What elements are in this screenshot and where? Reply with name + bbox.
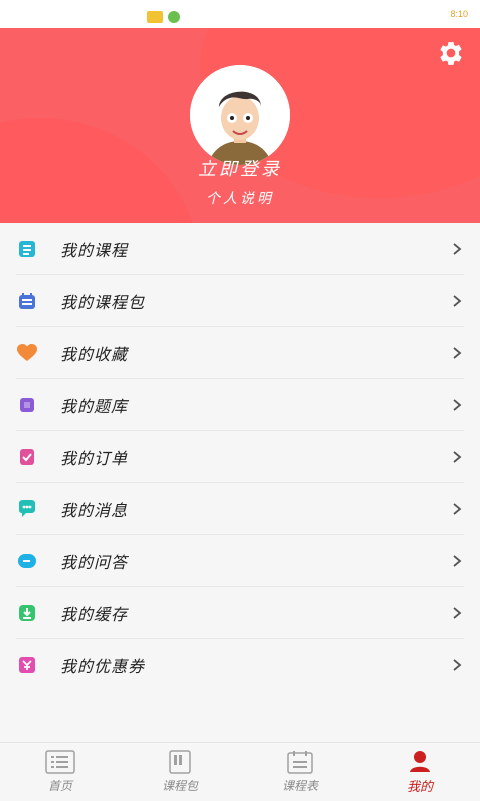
- message-icon: [16, 498, 38, 520]
- menu-item-qa[interactable]: 我的问答: [0, 535, 480, 587]
- download-icon: [16, 602, 38, 624]
- chevron-right-icon: [450, 242, 464, 256]
- home-list-icon: [45, 750, 75, 774]
- menu-item-orders[interactable]: 我的订单: [0, 431, 480, 483]
- app-icon: [168, 11, 180, 23]
- bottom-tab-bar: 首页 课程包 课程表 我的: [0, 742, 480, 800]
- menu-item-coupons[interactable]: 我的优惠券: [0, 639, 480, 691]
- menu-label: 我的课程包: [60, 289, 450, 313]
- gear-icon: [438, 40, 464, 66]
- menu-label: 我的优惠券: [60, 653, 450, 677]
- chevron-right-icon: [450, 294, 464, 308]
- profile-header: 立即登录 个人说明: [0, 28, 480, 223]
- chevron-right-icon: [450, 658, 464, 672]
- menu-label: 我的题库: [60, 393, 450, 417]
- avatar-illustration: [190, 65, 290, 165]
- avatar[interactable]: [190, 65, 290, 165]
- schedule-icon: [285, 750, 315, 774]
- heart-icon: [16, 342, 38, 364]
- chevron-right-icon: [450, 450, 464, 464]
- tab-label: 首页: [48, 777, 72, 794]
- chevron-right-icon: [450, 606, 464, 620]
- menu-label: 我的课程: [60, 237, 450, 261]
- menu-item-course-packages[interactable]: 我的课程包: [0, 275, 480, 327]
- menu-item-favorites[interactable]: 我的收藏: [0, 327, 480, 379]
- menu-label: 我的订单: [60, 445, 450, 469]
- status-time: 8:10: [450, 9, 468, 19]
- menu-list: 我的课程 我的课程包 我的收藏 我的题库 我的订单 我的消息: [0, 223, 480, 691]
- login-link[interactable]: 立即登录: [0, 155, 480, 181]
- tab-mine[interactable]: 我的: [360, 743, 480, 801]
- order-icon: [16, 446, 38, 468]
- tab-home[interactable]: 首页: [0, 743, 120, 801]
- chevron-right-icon: [450, 554, 464, 568]
- tab-schedule[interactable]: 课程表: [240, 743, 360, 801]
- tab-label: 课程包: [162, 777, 198, 794]
- menu-item-cache[interactable]: 我的缓存: [0, 587, 480, 639]
- course-list-icon: [16, 238, 38, 260]
- chevron-right-icon: [450, 346, 464, 360]
- chevron-right-icon: [450, 502, 464, 516]
- tab-label: 我的: [407, 776, 433, 795]
- coupon-icon: [16, 654, 38, 676]
- question-bank-icon: [16, 394, 38, 416]
- chevron-right-icon: [450, 398, 464, 412]
- status-bar: 8:10: [0, 0, 480, 28]
- book-icon: [165, 750, 195, 774]
- settings-button[interactable]: [438, 40, 464, 66]
- qa-icon: [16, 550, 38, 572]
- profile-description: 个人说明: [0, 188, 480, 208]
- tab-course-package[interactable]: 课程包: [120, 743, 240, 801]
- menu-label: 我的收藏: [60, 341, 450, 365]
- menu-label: 我的问答: [60, 549, 450, 573]
- menu-label: 我的缓存: [60, 601, 450, 625]
- menu-item-messages[interactable]: 我的消息: [0, 483, 480, 535]
- mail-icon: [147, 11, 163, 23]
- menu-label: 我的消息: [60, 497, 450, 521]
- user-icon: [405, 749, 435, 773]
- menu-item-question-bank[interactable]: 我的题库: [0, 379, 480, 431]
- menu-item-courses[interactable]: 我的课程: [0, 223, 480, 275]
- calendar-icon: [16, 290, 38, 312]
- tab-label: 课程表: [282, 777, 318, 794]
